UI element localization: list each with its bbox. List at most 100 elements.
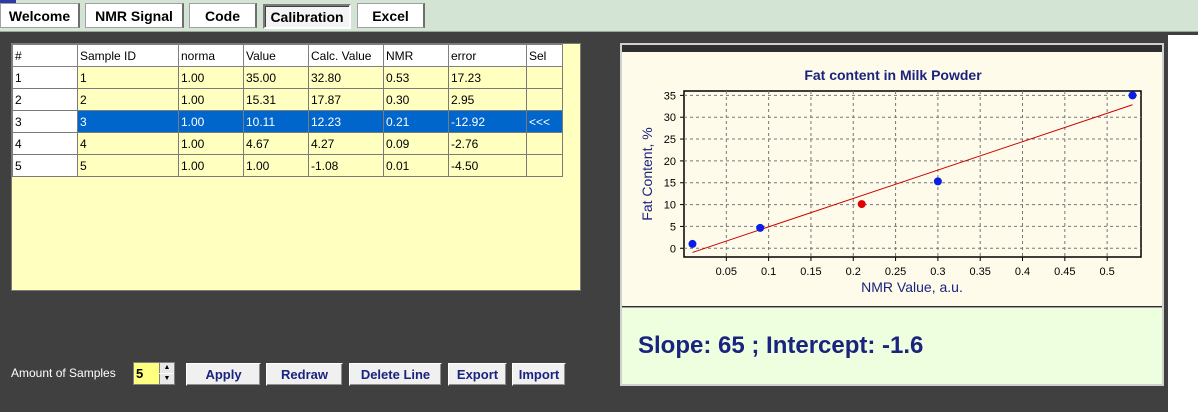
- tab-bar: Welcome NMR Signal Code Calibration Exce…: [0, 0, 1198, 32]
- tab-code[interactable]: Code: [189, 3, 257, 28]
- cell-sample-id[interactable]: 1: [77, 66, 179, 89]
- calibration-table: # Sample ID norma Value Calc. Value NMR …: [12, 44, 563, 177]
- x-tick-label: 0.35: [969, 266, 990, 278]
- cell-value[interactable]: 15.31: [243, 88, 309, 111]
- cell-error[interactable]: -12.92: [448, 110, 527, 133]
- cell-error[interactable]: -2.76: [448, 132, 527, 155]
- y-tick-label: 25: [664, 134, 676, 146]
- x-tick-label: 0.5: [1099, 266, 1114, 278]
- data-point: [756, 223, 765, 232]
- table-header-row: # Sample ID norma Value Calc. Value NMR …: [12, 44, 563, 67]
- data-point-selected: [857, 200, 866, 209]
- right-edge-panel: [1168, 35, 1198, 412]
- y-axis-ticks: 0 5 10 15 20 25 30 35: [664, 90, 684, 255]
- cell-sample-id[interactable]: 2: [77, 88, 179, 111]
- y-tick-label: 15: [664, 178, 676, 190]
- cell-sel[interactable]: [526, 66, 563, 89]
- cell-nmr[interactable]: 0.30: [383, 88, 449, 111]
- cell-nmr[interactable]: 0.53: [383, 66, 449, 89]
- column-header[interactable]: Sample ID: [77, 44, 179, 67]
- cell-nmr[interactable]: 0.09: [383, 132, 449, 155]
- table-row[interactable]: 4 4 1.00 4.67 4.27 0.09 -2.76: [12, 132, 563, 155]
- cell-norma[interactable]: 1.00: [178, 132, 244, 155]
- cell-sel[interactable]: <<<: [526, 110, 563, 133]
- x-tick-label: 0.05: [716, 266, 737, 278]
- cell-norma[interactable]: 1.00: [178, 110, 244, 133]
- table-row-selected[interactable]: 3 3 1.00 10.11 12.23 0.21 -12.92 <<<: [12, 110, 563, 133]
- samples-count-label: Amount of Samples: [11, 366, 116, 380]
- cell-nmr[interactable]: 0.21: [383, 110, 449, 133]
- row-number[interactable]: 2: [12, 88, 78, 111]
- data-point: [688, 239, 697, 248]
- apply-button[interactable]: Apply: [186, 363, 261, 386]
- cell-calc-value[interactable]: 4.27: [308, 132, 384, 155]
- regression-result-text: Slope: 65 ; Intercept: -1.6: [638, 332, 924, 359]
- y-axis-label: Fat Content, %: [639, 127, 655, 220]
- cell-nmr[interactable]: 0.01: [383, 154, 449, 177]
- x-tick-label: 0.25: [885, 266, 906, 278]
- tab-calibration[interactable]: Calibration: [263, 4, 351, 29]
- column-header[interactable]: norma: [178, 44, 244, 67]
- y-tick-label: 20: [664, 156, 676, 168]
- x-tick-label: 0.15: [800, 266, 821, 278]
- cell-calc-value[interactable]: 17.87: [308, 88, 384, 111]
- cell-norma[interactable]: 1.00: [178, 154, 244, 177]
- cell-calc-value[interactable]: -1.08: [308, 154, 384, 177]
- column-header[interactable]: NMR: [383, 44, 449, 67]
- data-point: [1128, 91, 1137, 100]
- tab-nmr-signal[interactable]: NMR Signal: [85, 3, 184, 28]
- chart-title: Fat content in Milk Powder: [804, 67, 982, 83]
- column-header[interactable]: Sel: [526, 44, 563, 67]
- y-tick-label: 35: [664, 90, 676, 102]
- cell-value[interactable]: 4.67: [243, 132, 309, 155]
- calibration-grid-panel: # Sample ID norma Value Calc. Value NMR …: [11, 43, 581, 291]
- column-header[interactable]: error: [448, 44, 527, 67]
- cell-error[interactable]: 2.95: [448, 88, 527, 111]
- cell-sel[interactable]: [526, 88, 563, 111]
- samples-count-spinner[interactable]: 5 ▲ ▼: [133, 362, 175, 385]
- column-header[interactable]: Calc. Value: [308, 44, 384, 67]
- tab-excel[interactable]: Excel: [357, 3, 425, 28]
- redraw-button[interactable]: Redraw: [266, 363, 343, 386]
- row-number[interactable]: 1: [12, 66, 78, 89]
- cell-sel[interactable]: [526, 154, 563, 177]
- row-number[interactable]: 5: [12, 154, 78, 177]
- cell-sel[interactable]: [526, 132, 563, 155]
- y-tick-label: 10: [664, 200, 676, 212]
- import-button[interactable]: Import: [512, 363, 566, 386]
- cell-sample-id[interactable]: 4: [77, 132, 179, 155]
- row-number[interactable]: 4: [12, 132, 78, 155]
- cell-value[interactable]: 1.00: [243, 154, 309, 177]
- x-tick-label: 0.45: [1054, 266, 1075, 278]
- data-point: [933, 177, 942, 186]
- cell-norma[interactable]: 1.00: [178, 88, 244, 111]
- cell-calc-value[interactable]: 12.23: [308, 110, 384, 133]
- spin-up-icon[interactable]: ▲: [159, 363, 174, 373]
- x-axis-ticks: 0.05 0.1 0.15 0.2 0.25 0.3 0.35 0.4 0.45 0.5: [716, 257, 1115, 278]
- cell-norma[interactable]: 1.00: [178, 66, 244, 89]
- table-row[interactable]: 2 2 1.00 15.31 17.87 0.30 2.95: [12, 88, 563, 111]
- cell-value[interactable]: 35.00: [243, 66, 309, 89]
- x-tick-label: 0.3: [930, 266, 945, 278]
- column-header[interactable]: #: [12, 44, 78, 67]
- table-row[interactable]: 5 5 1.00 1.00 -1.08 0.01 -4.50: [12, 154, 563, 177]
- chart-svg: Fat content in Milk Powder 0.05 0.1 0.15 0.…: [639, 67, 1142, 295]
- cell-calc-value[interactable]: 32.80: [308, 66, 384, 89]
- export-button[interactable]: Export: [448, 363, 507, 386]
- row-number[interactable]: 3: [12, 110, 78, 133]
- cell-sample-id[interactable]: 3: [77, 110, 179, 133]
- tab-welcome[interactable]: Welcome: [0, 3, 80, 28]
- x-tick-label: 0.1: [761, 266, 776, 278]
- cell-sample-id[interactable]: 5: [77, 154, 179, 177]
- y-tick-label: 30: [664, 112, 676, 124]
- cell-value[interactable]: 10.11: [243, 110, 309, 133]
- samples-count-input[interactable]: 5: [134, 363, 160, 384]
- x-tick-label: 0.4: [1015, 266, 1030, 278]
- delete-line-button[interactable]: Delete Line: [349, 363, 442, 386]
- column-header[interactable]: Value: [243, 44, 309, 67]
- y-tick-label: 0: [670, 243, 676, 255]
- cell-error[interactable]: -4.50: [448, 154, 527, 177]
- table-row[interactable]: 1 1 1.00 35.00 32.80 0.53 17.23: [12, 66, 563, 89]
- spin-down-icon[interactable]: ▼: [159, 374, 174, 384]
- cell-error[interactable]: 17.23: [448, 66, 527, 89]
